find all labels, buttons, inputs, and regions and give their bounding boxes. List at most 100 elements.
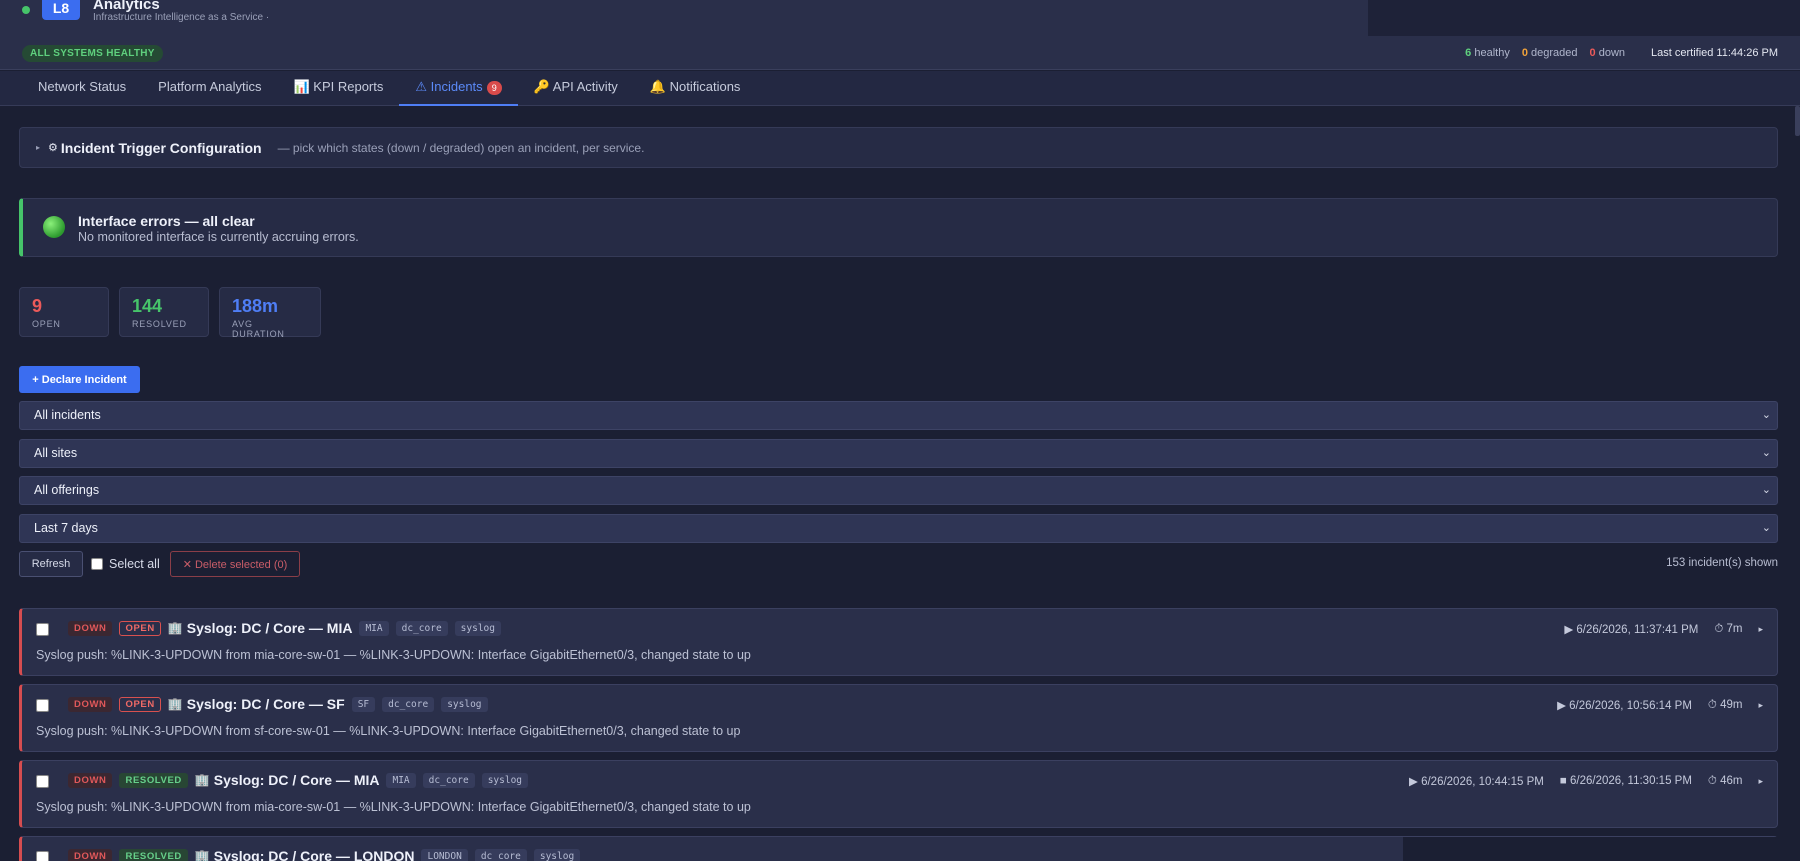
config-title: Incident Trigger Configuration [60, 139, 262, 156]
app-header: L8 Analytics Infrastructure Intelligence… [0, 0, 1800, 48]
stat-resolved-value: 144 [132, 296, 163, 316]
building-icon: 🏢 [194, 773, 210, 787]
incident-header: DOWN RESOLVED 🏢 Syslog: DC / Core — LOND… [68, 848, 581, 861]
start-time: ▶ 6/26/2026, 10:44:15 PM [1409, 776, 1544, 788]
tab-network-status[interactable]: Network Status [22, 71, 142, 106]
incident-trigger-config[interactable]: ▸ ⚙ Incident Trigger Configuration — pic… [19, 127, 1778, 168]
expand-caret-icon: ▸ [36, 143, 41, 152]
incident-filter-select[interactable]: All incidents ⌄ [19, 401, 1778, 430]
incident-title: Syslog: DC / Core — LONDON [213, 848, 415, 861]
duration: ⏱ 46m [1707, 774, 1743, 787]
start-time: ▶ 6/26/2026, 11:37:41 PM [1564, 624, 1699, 636]
stat-avg-duration-label: AVG DURATION [232, 319, 285, 339]
site-filter-value: All sites [34, 446, 78, 460]
state-badge: DOWN [68, 772, 113, 788]
incident-message: Syslog push: %LINK-3-UPDOWN from sf-core… [36, 724, 741, 738]
select-all-checkbox[interactable]: Select all [91, 557, 160, 571]
incident-header: DOWN OPEN 🏢 Syslog: DC / Core — SF SF dc… [68, 696, 488, 712]
stat-open-label: OPEN [32, 319, 61, 329]
incident-title: Syslog: DC / Core — MIA [213, 772, 380, 788]
service-counts: 6 healthy 0 degraded 0 down Last certifi… [1465, 47, 1778, 59]
checkbox[interactable] [91, 558, 103, 570]
source-tag: syslog [481, 772, 529, 788]
building-icon: 🏢 [167, 697, 183, 711]
expand-caret-icon[interactable]: ▸ [1758, 776, 1763, 787]
state-badge: DOWN [68, 848, 113, 861]
tab-kpi-reports[interactable]: 📊 KPI Reports [277, 71, 399, 106]
stat-resolved: 144 RESOLVED [119, 287, 209, 337]
incident-card[interactable]: DOWN RESOLVED 🏢 Syslog: DC / Core — MIA … [19, 760, 1778, 828]
duration: ⏱ 7m [1714, 622, 1743, 635]
declare-incident-button[interactable]: + Declare Incident [19, 366, 140, 393]
overlay-panel [1403, 837, 1800, 861]
incidents-shown-count: 153 incident(s) shown [1666, 557, 1778, 569]
source-tag: syslog [441, 696, 488, 712]
stat-resolved-label: RESOLVED [132, 319, 187, 329]
source-tag: syslog [454, 620, 501, 636]
refresh-button[interactable]: Refresh [19, 551, 83, 577]
incident-card[interactable]: DOWN OPEN 🏢 Syslog: DC / Core — MIA MIA … [19, 608, 1778, 676]
status-badge: OPEN [119, 620, 161, 636]
interface-errors-panel: Interface errors — all clear No monitore… [19, 198, 1778, 257]
offering-filter-value: All offerings [34, 483, 100, 497]
stat-open-value: 9 [32, 296, 43, 316]
offering-filter-select[interactable]: All offerings ⌄ [19, 476, 1778, 505]
start-time: ▶ 6/26/2026, 10:56:14 PM [1557, 700, 1692, 712]
incident-checkbox[interactable] [36, 851, 49, 861]
app-logo[interactable]: L8 [42, 0, 80, 20]
interface-errors-text: No monitored interface is currently accr… [78, 230, 359, 244]
site-tag: SF [351, 696, 376, 712]
incident-header: DOWN OPEN 🏢 Syslog: DC / Core — MIA MIA … [68, 620, 501, 636]
incident-checkbox[interactable] [36, 623, 49, 636]
stat-avg-duration-value: 188m [232, 296, 279, 316]
status-badge: RESOLVED [119, 848, 188, 861]
app-subtitle: Infrastructure Intelligence as a Service… [93, 12, 270, 23]
time-range-value: Last 7 days [34, 521, 98, 535]
incident-title: Syslog: DC / Core — MIA [186, 620, 353, 636]
state-badge: DOWN [68, 620, 113, 636]
incident-checkbox[interactable] [36, 775, 49, 788]
stat-avg-duration: 188m AVG DURATION [219, 287, 321, 339]
system-health-badge: ALL SYSTEMS HEALTHY [22, 45, 163, 62]
incident-checkbox[interactable] [36, 699, 49, 712]
incident-meta: ▶ 6/26/2026, 10:56:14 PM ⏱ 49m ▸ [1557, 698, 1763, 713]
building-icon: 🏢 [194, 849, 210, 861]
incident-title: Syslog: DC / Core — SF [186, 696, 345, 712]
site-tag: LONDON [421, 848, 468, 861]
end-time: ■ 6/26/2026, 11:30:15 PM [1559, 775, 1692, 787]
scrollbar-thumb[interactable] [1795, 106, 1800, 136]
down-count: 0 down [1589, 47, 1626, 59]
tab-platform-analytics[interactable]: Platform Analytics [142, 71, 277, 106]
expand-caret-icon[interactable]: ▸ [1758, 700, 1763, 711]
tab-incidents[interactable]: ⚠ Incidents 9 [399, 71, 518, 106]
state-badge: DOWN [68, 696, 113, 712]
degraded-count: 0 degraded [1521, 47, 1578, 59]
config-hint: — pick which states (down / degraded) op… [277, 140, 645, 155]
select-all-label: Select all [109, 557, 160, 571]
offering-tag: dc_core [382, 696, 435, 712]
interface-errors-title: Interface errors — all clear [78, 213, 255, 229]
healthy-count: 6 healthy [1465, 47, 1510, 59]
site-filter-select[interactable]: All sites ⌄ [19, 439, 1778, 468]
tab-api-activity[interactable]: 🔑 API Activity [518, 71, 634, 106]
source-tag: syslog [533, 848, 581, 861]
stat-open: 9 OPEN [19, 287, 109, 337]
incident-message: Syslog push: %LINK-3-UPDOWN from mia-cor… [36, 648, 751, 662]
delete-selected-button[interactable]: ✕ Delete selected (0) [170, 551, 300, 577]
incident-filter-value: All incidents [34, 408, 101, 422]
duration: ⏱ 49m [1707, 698, 1743, 711]
site-tag: MIA [359, 620, 389, 636]
building-icon: 🏢 [167, 621, 183, 635]
status-badge: OPEN [119, 696, 161, 712]
tab-notifications[interactable]: 🔔 Notifications [634, 71, 757, 106]
main-tabs: Network Status Platform Analytics 📊 KPI … [0, 71, 1800, 106]
time-range-select[interactable]: Last 7 days ⌄ [19, 514, 1778, 543]
expand-caret-icon[interactable]: ▸ [1758, 624, 1763, 635]
chevron-down-icon: ⌄ [1761, 447, 1771, 459]
incident-meta: ▶ 6/26/2026, 10:44:15 PM ■ 6/26/2026, 11… [1409, 774, 1763, 789]
incident-card[interactable]: DOWN OPEN 🏢 Syslog: DC / Core — SF SF dc… [19, 684, 1778, 752]
scrollbar-track[interactable] [1795, 106, 1800, 861]
offering-tag: dc_core [395, 620, 448, 636]
status-dot-icon [22, 6, 30, 14]
system-status-bar: ALL SYSTEMS HEALTHY 6 healthy 0 degraded… [0, 36, 1800, 70]
